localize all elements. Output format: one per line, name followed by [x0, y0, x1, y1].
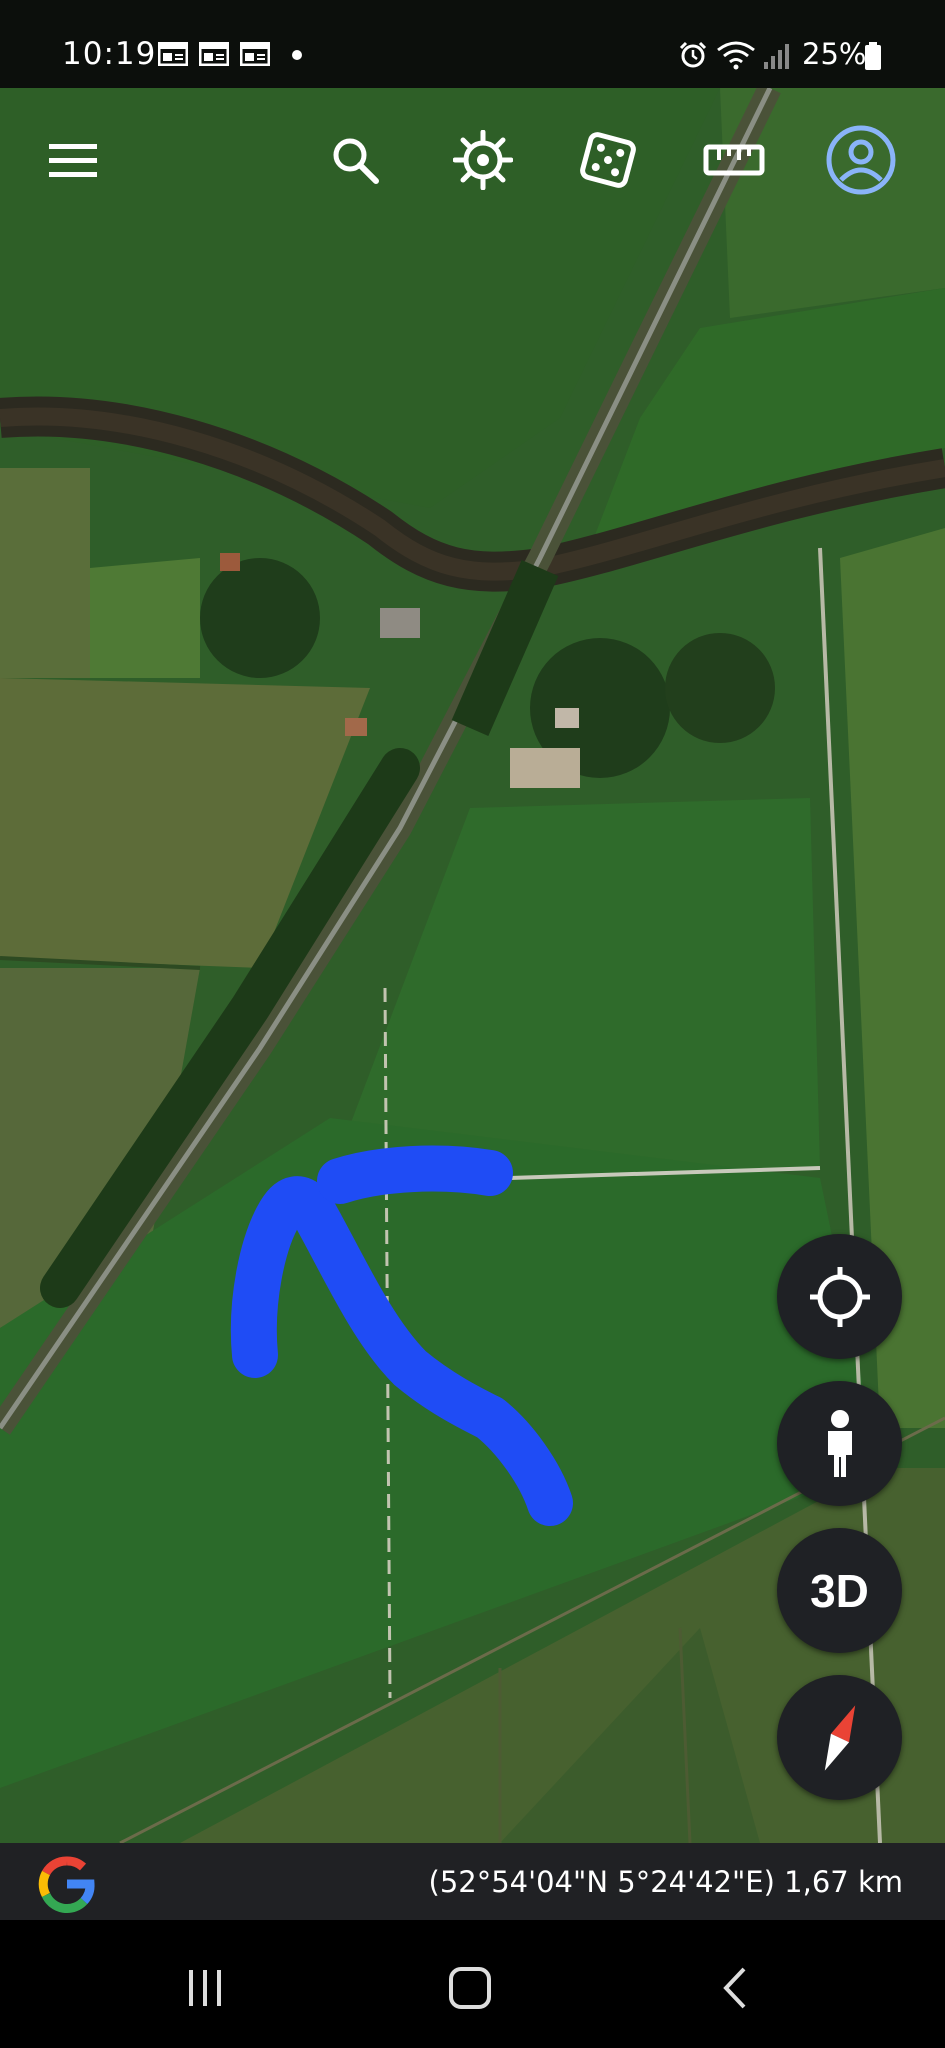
alarm-icon — [679, 41, 707, 68]
dice-icon — [580, 132, 636, 188]
satellite-map[interactable]: 3D — [0, 88, 945, 1843]
feeling-lucky-button[interactable] — [568, 120, 648, 200]
gallery-notif-icon — [158, 42, 188, 66]
gallery-notif-icon — [199, 42, 229, 66]
back-icon — [723, 1967, 746, 2009]
recents-icon — [189, 1970, 221, 2006]
wifi-icon — [717, 41, 755, 70]
three-d-label: 3D — [810, 1564, 869, 1617]
compass-icon — [824, 1704, 855, 1771]
home-icon — [449, 1967, 491, 2009]
home-button[interactable] — [435, 1958, 505, 2018]
recents-button[interactable] — [170, 1958, 240, 2018]
status-bar: 10:19 25% — [0, 0, 945, 88]
signal-icon — [764, 44, 789, 69]
google-logo-icon — [38, 1856, 95, 1914]
street-view-button[interactable] — [777, 1381, 902, 1506]
crosshair-icon — [809, 1266, 870, 1327]
back-button[interactable] — [700, 1958, 770, 2018]
menu-icon — [49, 144, 97, 177]
voyager-icon — [453, 130, 513, 190]
system-nav-bar — [0, 1920, 945, 2048]
battery-percent: 25% — [802, 37, 867, 71]
compass-button[interactable] — [777, 1675, 902, 1800]
three-d-toggle-button[interactable]: 3D — [777, 1528, 902, 1653]
battery-icon — [865, 42, 881, 70]
measure-button[interactable] — [694, 120, 774, 200]
gallery-notif-icon — [240, 42, 270, 66]
my-location-button[interactable] — [777, 1234, 902, 1359]
account-button[interactable] — [821, 120, 901, 200]
search-button[interactable] — [315, 120, 395, 200]
account-icon — [826, 125, 896, 195]
voyager-button[interactable] — [443, 120, 523, 200]
coordinates-readout: (52°54'04"N 5°24'42"E) 1,67 km — [428, 1865, 904, 1899]
search-icon — [333, 138, 379, 184]
ruler-icon — [703, 144, 765, 176]
bottom-info-bar: (52°54'04"N 5°24'42"E) 1,67 km — [0, 1843, 945, 1920]
pegman-icon — [827, 1409, 852, 1477]
menu-button[interactable] — [33, 120, 113, 200]
status-time: 10:19 — [62, 36, 157, 72]
notification-dot — [292, 50, 302, 60]
